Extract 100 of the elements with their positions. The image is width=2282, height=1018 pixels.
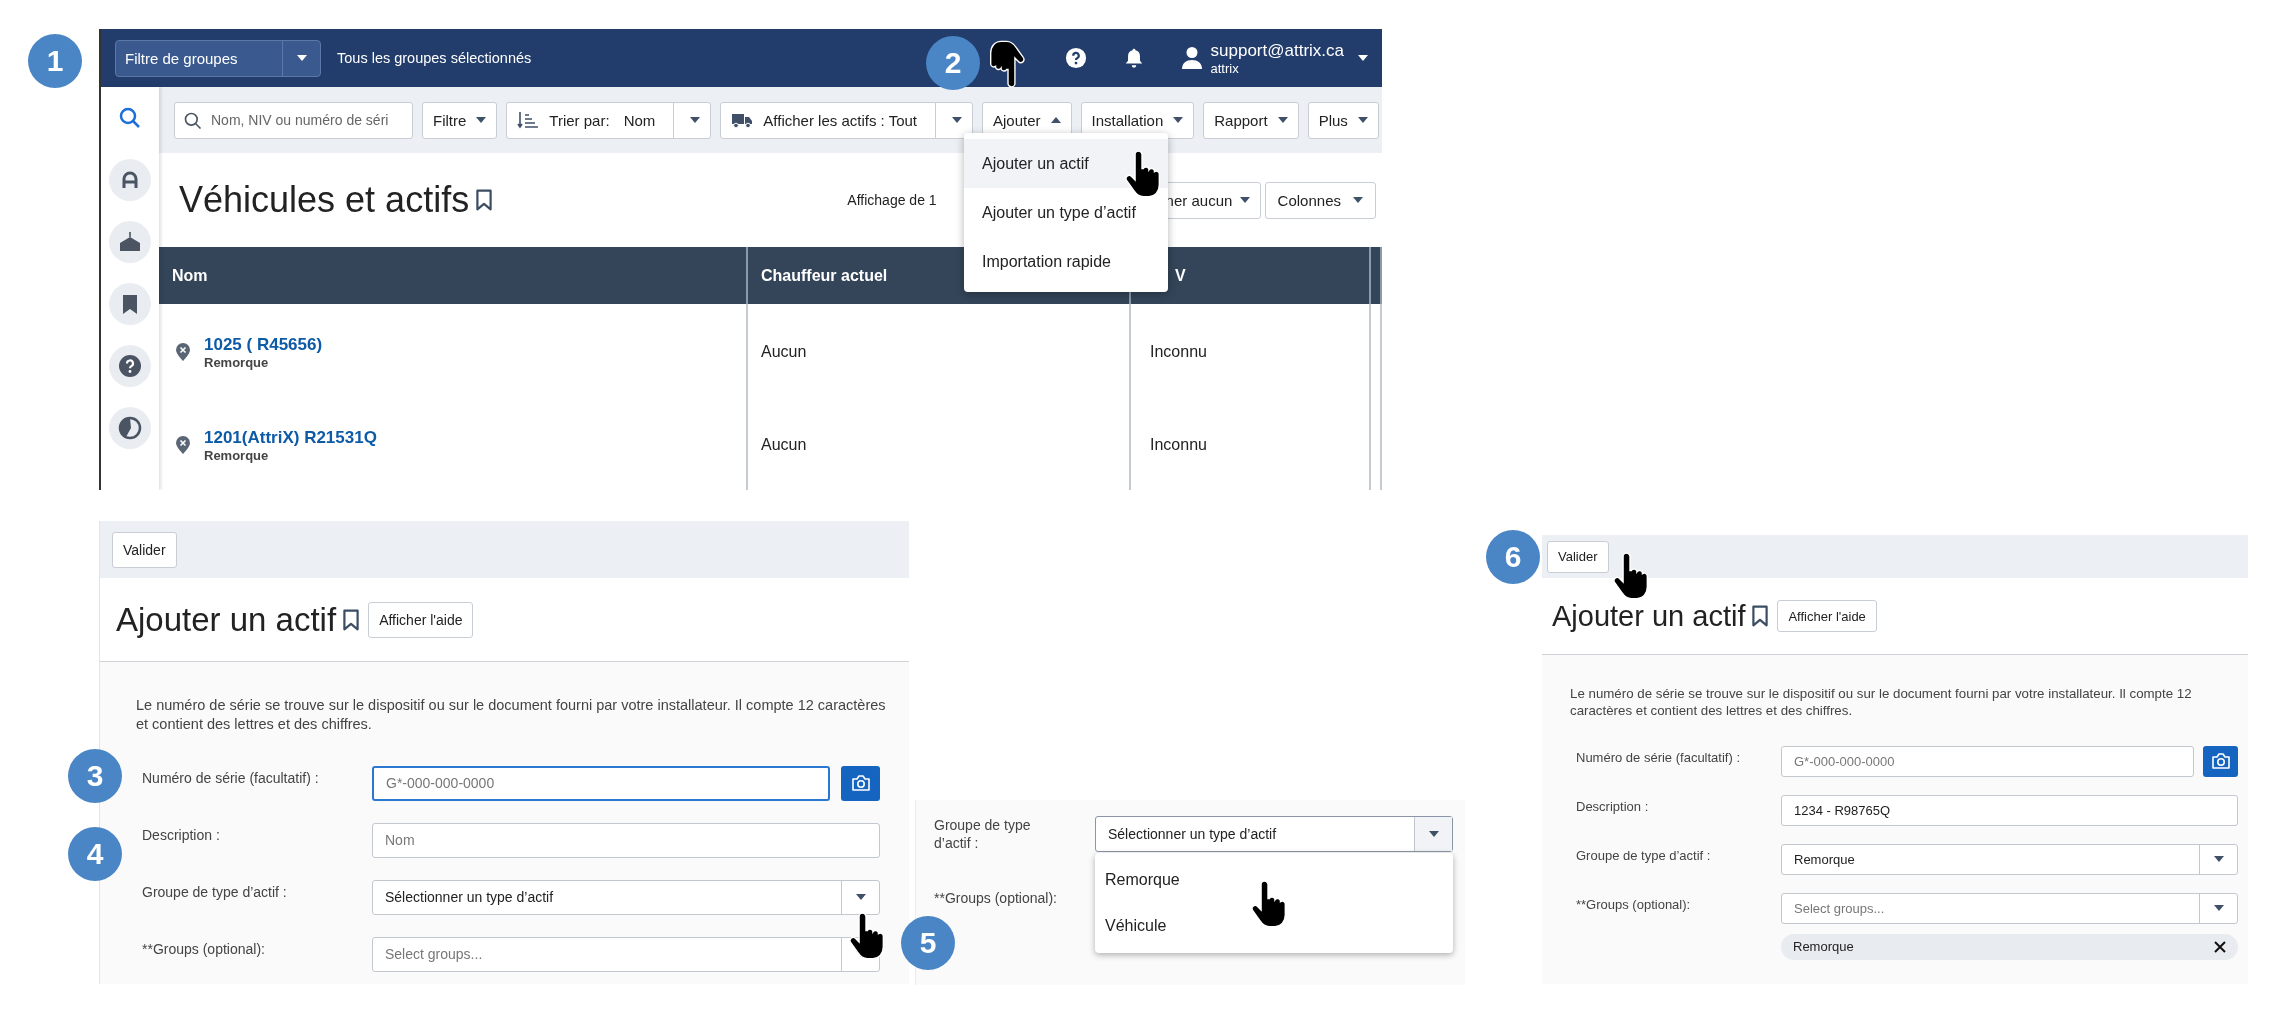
caret-icon — [855, 894, 866, 901]
asset-link[interactable]: 1201(AttriX) R21531Q — [204, 427, 377, 448]
bookmark-icon[interactable] — [475, 189, 494, 211]
text-field[interactable]: 1234 - R98765Q — [1781, 794, 2238, 826]
field-label: **Groups (optional): — [934, 890, 1058, 907]
pie-chart-icon — [118, 416, 142, 440]
table-cell: Inconnu — [1130, 400, 1370, 490]
user-name: attrix — [1210, 60, 1240, 76]
dropdown-option[interactable]: Remorque — [1095, 857, 1453, 903]
caret-icon — [1050, 117, 1061, 123]
intro-text: Le numéro de série se trouve sur le dispositif ou sur le document fourni par votre installateur. Il compte 12 caractères et contient des lettres et des chiffres. — [1570, 685, 2193, 720]
user-icon — [1180, 46, 1203, 70]
help-button[interactable]: Afficher l'aide — [1777, 600, 1877, 632]
text-field[interactable]: G*-000-000-0000 — [372, 765, 830, 801]
search-field[interactable]: Nom, NIV ou numéro de séri — [174, 101, 413, 139]
field-label: **Groups (optional): — [1576, 895, 1692, 912]
menu-item[interactable]: Ajouter un type d’actif — [964, 188, 1168, 237]
field-label: Groupe de type d’actif : — [934, 816, 1032, 853]
caret-icon — [476, 117, 487, 123]
truck-icon — [731, 111, 754, 129]
table-cell: Inconnu — [1130, 304, 1370, 400]
help-icon — [118, 354, 142, 378]
validate-button[interactable]: Valider — [112, 531, 177, 568]
field-label: Description : — [1576, 797, 1650, 814]
search-icon — [118, 106, 142, 130]
caret-icon — [2213, 856, 2224, 863]
hand-cursor-icon — [990, 40, 1026, 88]
table-cell: Aucun — [747, 400, 1130, 490]
field-label: **Groups (optional): — [142, 939, 266, 957]
field-label: Numéro de série (facultatif) : — [1576, 748, 1741, 765]
map-pin-icon — [176, 436, 190, 454]
menu-item[interactable]: Importation rapide — [964, 237, 1168, 286]
select-field[interactable]: Sélectionner un type d’actif — [1095, 816, 1453, 852]
tag-chip[interactable]: Remorque — [1781, 933, 2238, 960]
close-icon[interactable] — [2214, 940, 2226, 953]
caret-icon — [1353, 197, 1363, 203]
field-label: Description : — [142, 825, 221, 843]
caret-icon — [1357, 117, 1368, 123]
camera-button[interactable] — [2203, 745, 2238, 777]
select-field[interactable]: Select groups... — [1781, 892, 2238, 924]
warehouse-icon — [118, 230, 142, 254]
sort-icon — [517, 111, 540, 129]
sidebar-item[interactable] — [109, 283, 151, 325]
help-button[interactable]: Afficher l'aide — [368, 601, 474, 638]
asset-type: Remorque — [204, 354, 270, 370]
caret-icon — [1173, 117, 1184, 123]
bookmark-icon[interactable] — [1751, 605, 1770, 627]
page-title: Ajouter un actif — [116, 600, 337, 639]
step-badge: 4 — [68, 827, 122, 881]
camera-icon — [850, 774, 871, 793]
sort-button[interactable]: Trier par: Nom — [506, 101, 712, 139]
camera-icon — [2210, 752, 2231, 771]
caret-icon — [952, 117, 962, 123]
dropdown-button[interactable]: Filtre — [422, 101, 498, 139]
hand-cursor-icon — [1250, 880, 1286, 928]
caret-icon — [1240, 197, 1251, 203]
select-field[interactable]: Select groups... — [372, 936, 880, 972]
asset-type: Remorque — [204, 447, 270, 463]
table-cell: Aucun — [747, 304, 1130, 400]
show-assets-button[interactable]: Afficher les actifs : Tout — [720, 101, 973, 139]
menu-item[interactable]: Ajouter un actif — [964, 139, 1168, 188]
intro-text: Le numéro de série se trouve sur le dispositif ou sur le document fourni par votre installateur. Il compte 12 caractères et contient des lettres et des chiffres. — [136, 696, 886, 734]
step-badge: 6 — [1486, 530, 1540, 584]
camera-button[interactable] — [841, 765, 880, 801]
field-label: Groupe de type d’actif : — [1576, 846, 1712, 863]
step-badge: 1 — [28, 34, 82, 88]
bookmark-icon[interactable] — [342, 608, 361, 631]
text-field[interactable]: Nom — [372, 822, 880, 858]
asset-link[interactable]: 1025 ( R45656) — [204, 334, 323, 355]
page-title: Ajouter un actif — [1552, 599, 1746, 633]
help-icon[interactable] — [1064, 47, 1087, 69]
group-filter-dropdown[interactable]: Filtre de groupes — [115, 39, 321, 77]
sidebar-item[interactable] — [109, 345, 151, 387]
columns-button[interactable]: Colonnes — [1264, 181, 1376, 219]
field-label: Groupe de type d’actif : — [142, 882, 288, 900]
select-field[interactable]: Sélectionner un type d’actif — [372, 879, 880, 915]
validate-button[interactable]: Valider — [1547, 540, 1609, 573]
group-status-text: Tous les groupes sélectionnés — [337, 50, 532, 66]
paging-text: Affichage de 1 — [847, 192, 937, 208]
sidebar-item[interactable] — [109, 159, 151, 201]
caret-icon — [690, 117, 701, 123]
text-field[interactable]: G*-000-000-0000 — [1781, 745, 2194, 777]
dropdown-option[interactable]: Véhicule — [1095, 903, 1453, 949]
select-field[interactable]: Remorque — [1781, 843, 2238, 875]
sidebar-item[interactable] — [109, 407, 151, 449]
dropdown-button[interactable]: Plus — [1307, 101, 1379, 139]
caret-icon — [1428, 831, 1439, 837]
search-icon — [183, 110, 203, 131]
page-title: Véhicules et actifs — [179, 179, 470, 221]
sidebar-item[interactable] — [109, 221, 151, 263]
step-badge: 3 — [68, 749, 122, 803]
caret-icon — [296, 55, 307, 61]
caret-icon — [2213, 905, 2224, 912]
field-label: Numéro de série (facultatif) : — [142, 768, 320, 786]
hand-cursor-icon — [1124, 150, 1160, 198]
map-pin-icon — [176, 343, 190, 361]
dropdown-button[interactable]: Rapport — [1203, 101, 1299, 139]
hand-cursor-icon — [848, 912, 884, 960]
user-email[interactable]: support@attrix.ca — [1210, 40, 1344, 61]
caret-icon — [1277, 117, 1288, 123]
